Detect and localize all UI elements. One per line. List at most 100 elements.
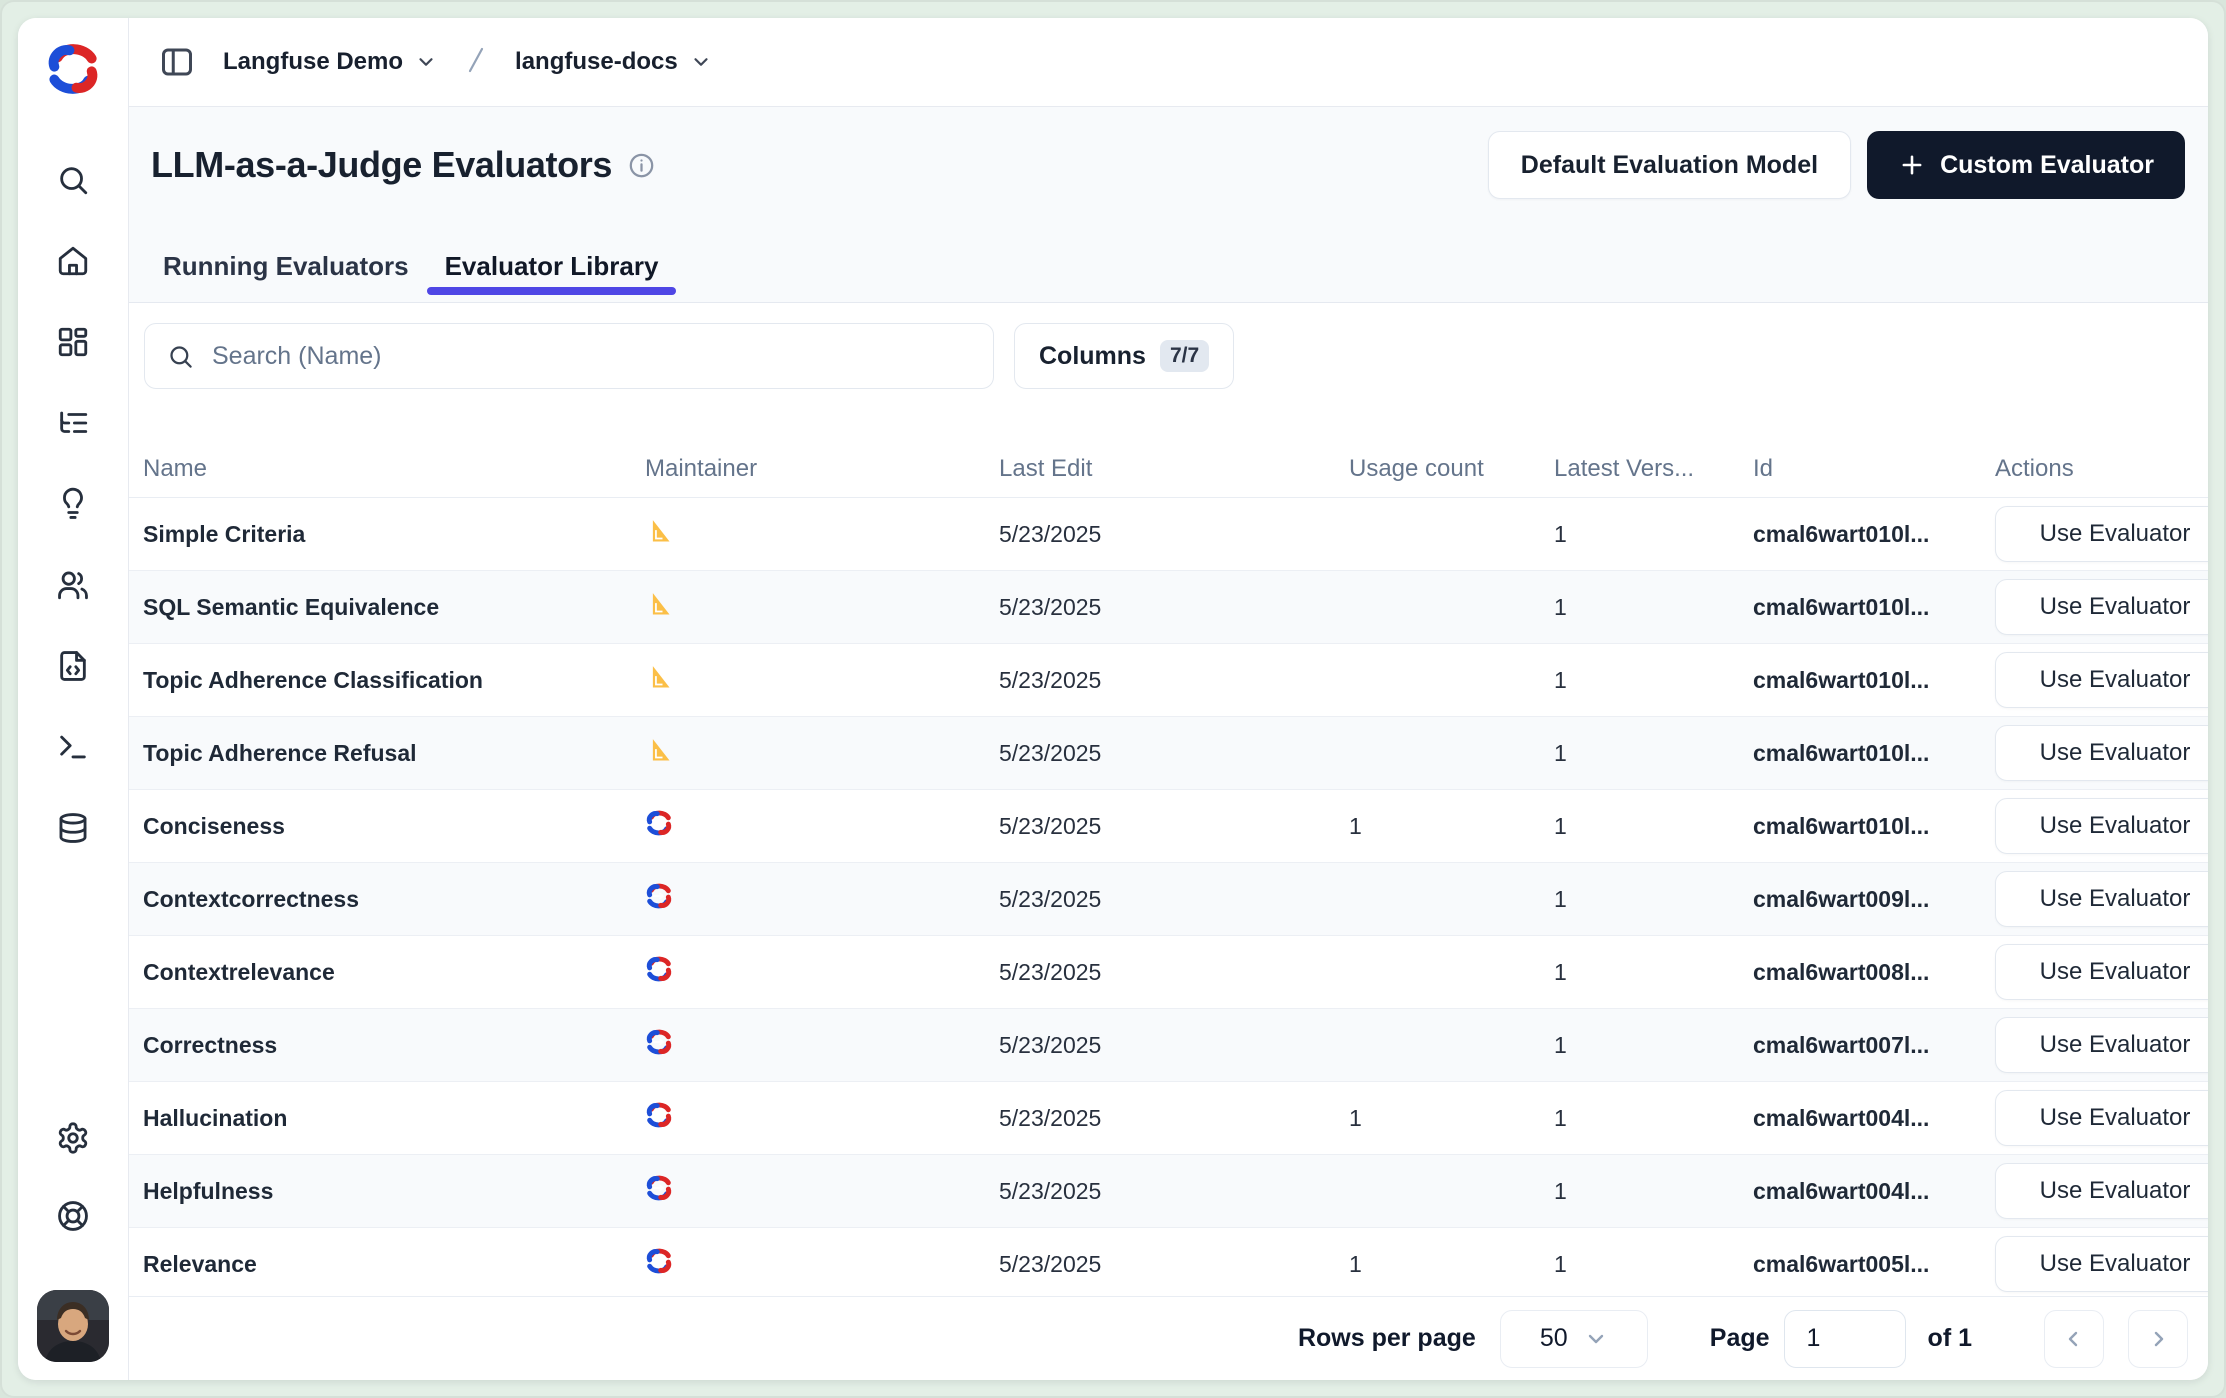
breadcrumb-slash xyxy=(463,43,489,82)
columns-label: Columns xyxy=(1039,342,1146,371)
table-row[interactable]: SQL Semantic Equivalence 5/23/2025 1 cma… xyxy=(129,571,2208,644)
support-lifebuoy-icon[interactable] xyxy=(53,1198,93,1234)
page-number-input[interactable] xyxy=(1784,1310,1906,1368)
langfuse-maintainer-icon xyxy=(645,1101,673,1129)
breadcrumb-project[interactable]: langfuse-docs xyxy=(509,47,718,77)
table-row[interactable]: Relevance 5/23/2025 1 1 cmal6wart005l...… xyxy=(129,1228,2208,1296)
use-evaluator-button[interactable]: Use Evaluator xyxy=(1995,725,2208,781)
search-input[interactable] xyxy=(210,341,971,372)
evaluator-name: Relevance xyxy=(143,1251,645,1278)
database-icon[interactable] xyxy=(53,810,93,846)
code-file-icon[interactable] xyxy=(53,648,93,684)
terminal-icon[interactable] xyxy=(53,729,93,765)
actions-cell: Use Evaluator xyxy=(1995,871,2208,927)
rows-per-page-label: Rows per page xyxy=(1298,1324,1476,1353)
use-evaluator-button[interactable]: Use Evaluator xyxy=(1995,1090,2208,1146)
use-evaluator-button[interactable]: Use Evaluator xyxy=(1995,798,2208,854)
tab-running-evaluators[interactable]: Running Evaluators xyxy=(145,251,427,302)
evaluator-id: cmal6wart010l... xyxy=(1753,521,1995,548)
last-edit: 5/23/2025 xyxy=(999,1032,1349,1059)
use-evaluator-button[interactable]: Use Evaluator xyxy=(1995,506,2208,562)
ragas-maintainer-icon xyxy=(645,663,673,691)
default-evaluation-model-button[interactable]: Default Evaluation Model xyxy=(1488,131,1851,199)
search-icon[interactable] xyxy=(53,162,93,198)
last-edit: 5/23/2025 xyxy=(999,1251,1349,1278)
last-edit: 5/23/2025 xyxy=(999,959,1349,986)
tab-bar: Running Evaluators Evaluator Library xyxy=(145,251,676,302)
use-evaluator-button[interactable]: Use Evaluator xyxy=(1995,579,2208,635)
chevron-down-icon xyxy=(1584,1327,1608,1351)
evaluator-name: Topic Adherence Classification xyxy=(143,667,645,694)
last-edit: 5/23/2025 xyxy=(999,740,1349,767)
column-header-maintainer: Maintainer xyxy=(645,455,999,483)
maintainer-cell xyxy=(645,663,999,697)
page-label: Page xyxy=(1710,1324,1770,1353)
app-card: Langfuse Demo langfuse-docs LLM-as-a-Jud… xyxy=(18,18,2208,1380)
next-page-button[interactable] xyxy=(2128,1310,2188,1368)
last-edit: 5/23/2025 xyxy=(999,813,1349,840)
maintainer-cell xyxy=(645,955,999,989)
column-header-id: Id xyxy=(1753,455,1995,483)
use-evaluator-button[interactable]: Use Evaluator xyxy=(1995,652,2208,708)
column-header-latest-version: Latest Vers... xyxy=(1554,455,1753,483)
info-icon[interactable] xyxy=(628,152,655,179)
table-row[interactable]: Simple Criteria 5/23/2025 1 cmal6wart010… xyxy=(129,498,2208,571)
last-edit: 5/23/2025 xyxy=(999,521,1349,548)
chevron-down-icon xyxy=(415,51,437,73)
table-row[interactable]: Contextrelevance 5/23/2025 1 cmal6wart00… xyxy=(129,936,2208,1009)
table-header: Name Maintainer Last Edit Usage count La… xyxy=(129,440,2208,498)
tab-evaluator-library[interactable]: Evaluator Library xyxy=(427,251,677,302)
evaluator-name: Conciseness xyxy=(143,813,645,840)
ragas-maintainer-icon xyxy=(645,736,673,764)
app-window: Langfuse Demo langfuse-docs LLM-as-a-Jud… xyxy=(0,0,2226,1398)
maintainer-cell xyxy=(645,1101,999,1135)
settings-gear-icon[interactable] xyxy=(53,1120,93,1156)
org-name: Langfuse Demo xyxy=(223,48,403,76)
use-evaluator-button[interactable]: Use Evaluator xyxy=(1995,1163,2208,1219)
langfuse-logo-icon[interactable] xyxy=(44,40,102,98)
tracing-tree-icon[interactable] xyxy=(53,405,93,441)
use-evaluator-button[interactable]: Use Evaluator xyxy=(1995,1236,2208,1292)
use-evaluator-button[interactable]: Use Evaluator xyxy=(1995,944,2208,1000)
rows-per-page-select[interactable]: 50 xyxy=(1500,1310,1648,1368)
page-header: LLM-as-a-Judge Evaluators Default Evalua… xyxy=(129,107,2208,303)
search-icon xyxy=(167,343,194,370)
evaluator-name: SQL Semantic Equivalence xyxy=(143,594,645,621)
sidebar-toggle-icon[interactable] xyxy=(157,44,197,80)
table-row[interactable]: Topic Adherence Classification 5/23/2025… xyxy=(129,644,2208,717)
last-edit: 5/23/2025 xyxy=(999,886,1349,913)
table-row[interactable]: Topic Adherence Refusal 5/23/2025 1 cmal… xyxy=(129,717,2208,790)
page-of-label: of 1 xyxy=(1928,1324,1972,1353)
evaluator-id: cmal6wart007l... xyxy=(1753,1032,1995,1059)
table-row[interactable]: Correctness 5/23/2025 1 cmal6wart007l...… xyxy=(129,1009,2208,1082)
project-name: langfuse-docs xyxy=(515,48,678,76)
usage-count: 1 xyxy=(1349,1105,1554,1132)
breadcrumb-org[interactable]: Langfuse Demo xyxy=(217,47,443,77)
lightbulb-icon[interactable] xyxy=(53,486,93,522)
langfuse-maintainer-icon xyxy=(645,1247,673,1275)
sidebar xyxy=(18,18,129,1380)
table-row[interactable]: Helpfulness 5/23/2025 1 cmal6wart004l...… xyxy=(129,1155,2208,1228)
use-evaluator-button[interactable]: Use Evaluator xyxy=(1995,1017,2208,1073)
columns-button[interactable]: Columns 7/7 xyxy=(1014,323,1234,389)
table-row[interactable]: Contextcorrectness 5/23/2025 1 cmal6wart… xyxy=(129,863,2208,936)
evaluator-id: cmal6wart008l... xyxy=(1753,959,1995,986)
custom-evaluator-button[interactable]: Custom Evaluator xyxy=(1867,131,2185,199)
latest-version: 1 xyxy=(1554,740,1753,767)
latest-version: 1 xyxy=(1554,1105,1753,1132)
dashboard-grid-icon[interactable] xyxy=(53,324,93,360)
table-row[interactable]: Hallucination 5/23/2025 1 1 cmal6wart004… xyxy=(129,1082,2208,1155)
user-avatar[interactable] xyxy=(37,1290,109,1362)
table-row[interactable]: Conciseness 5/23/2025 1 1 cmal6wart010l.… xyxy=(129,790,2208,863)
use-evaluator-button[interactable]: Use Evaluator xyxy=(1995,871,2208,927)
evaluator-id: cmal6wart005l... xyxy=(1753,1251,1995,1278)
column-header-name: Name xyxy=(143,455,645,483)
evaluator-id: cmal6wart004l... xyxy=(1753,1178,1995,1205)
rows-per-page-value: 50 xyxy=(1540,1324,1568,1353)
column-header-actions: Actions xyxy=(1995,455,2208,483)
previous-page-button[interactable] xyxy=(2044,1310,2104,1368)
home-icon[interactable] xyxy=(53,243,93,279)
latest-version: 1 xyxy=(1554,594,1753,621)
users-icon[interactable] xyxy=(53,567,93,603)
langfuse-maintainer-icon xyxy=(645,1028,673,1056)
